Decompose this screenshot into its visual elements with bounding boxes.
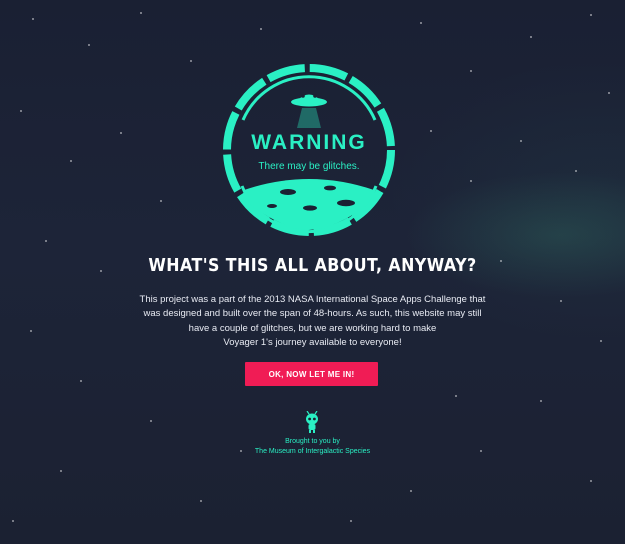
credit-text: Brought to you by The Museum of Intergal… xyxy=(0,437,625,457)
intro-line: This project was a part of the 2013 NASA… xyxy=(139,294,486,305)
alien-icon xyxy=(306,411,318,433)
intro-line: Voyager 1's journey available to everyon… xyxy=(223,337,402,349)
page-heading: WHAT'S THIS ALL ABOUT, ANYWAY? xyxy=(148,255,477,276)
warning-badge: WARNING There may be glitches. xyxy=(218,60,400,240)
intro-line: was designed and built over the span of … xyxy=(143,308,482,320)
credit-line: Brought to you by xyxy=(285,438,340,445)
warning-subtitle: There may be glitches. xyxy=(258,161,360,172)
warning-word: WARNING xyxy=(251,131,367,154)
intro-line: have a couple of glitches, but we are wo… xyxy=(188,322,437,334)
intro-paragraph: This project was a part of the 2013 NASA… xyxy=(137,293,488,351)
credit-museum-name: The Museum of Intergalactic Species xyxy=(254,448,371,455)
enter-site-button[interactable]: OK, NOW LET ME IN! xyxy=(245,362,378,386)
